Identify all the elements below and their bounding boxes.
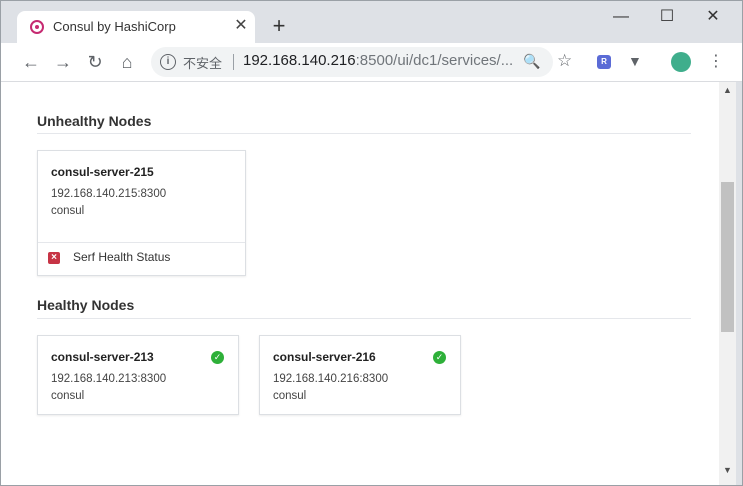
passing-check-icon: ✓ — [211, 351, 224, 364]
page-scrollbar[interactable]: ▲ ▼ — [719, 82, 736, 485]
node-datacenter: consul — [273, 390, 307, 402]
section-divider — [37, 133, 691, 134]
tab-close-icon[interactable]: ✕ — [231, 16, 251, 36]
minimize-button[interactable]: — — [606, 7, 636, 27]
node-name: consul-server-213 — [51, 350, 154, 364]
reload-button[interactable]: ↻ — [83, 51, 107, 73]
scroll-down-icon[interactable]: ▼ — [723, 465, 732, 475]
consul-logo-icon — [30, 20, 44, 34]
node-card-healthy[interactable]: consul-server-213 ✓ 192.168.140.213:8300… — [37, 335, 239, 415]
omnibox-separator — [233, 54, 234, 70]
profile-avatar-icon[interactable] — [671, 52, 691, 72]
node-datacenter: consul — [51, 390, 85, 402]
node-address: 192.168.140.215:8300 — [51, 188, 167, 200]
node-address: 192.168.140.216:8300 — [273, 373, 389, 385]
url-host: 192.168.140.216 — [243, 52, 356, 69]
extension-r-icon[interactable]: R — [597, 55, 611, 69]
healthy-nodes-heading: Healthy Nodes — [37, 297, 135, 313]
passing-check-icon: ✓ — [433, 351, 446, 364]
forward-button[interactable]: → — [51, 51, 75, 73]
address-bar[interactable]: i 不安全 192.168.140.216:8500/ui/dc1/servic… — [151, 47, 553, 77]
info-icon[interactable]: i — [160, 54, 176, 70]
node-card-unhealthy[interactable]: consul-server-215 192.168.140.215:8300 c… — [37, 150, 246, 276]
node-name: consul-server-215 — [51, 165, 154, 179]
section-divider — [37, 318, 691, 319]
scroll-up-icon[interactable]: ▲ — [723, 85, 732, 95]
failing-check: × Serf Health Status — [38, 242, 245, 275]
node-name: consul-server-216 — [273, 350, 376, 364]
node-card-healthy[interactable]: consul-server-216 ✓ 192.168.140.216:8300… — [259, 335, 461, 415]
zoom-icon[interactable]: 🔍 — [523, 53, 540, 70]
url-path: :8500/ui/dc1/services/... — [355, 52, 514, 69]
security-label[interactable]: 不安全 — [183, 53, 222, 72]
unhealthy-nodes-heading: Unhealthy Nodes — [37, 113, 152, 129]
back-button[interactable]: ← — [19, 51, 43, 73]
browser-window: Consul by HashiCorp ✕ + — ☐ ✕ ← → ↻ ⌂ i … — [0, 0, 743, 486]
home-button[interactable]: ⌂ — [115, 51, 139, 73]
menu-dots-icon[interactable]: ⋮ — [708, 51, 724, 71]
bookmark-star-icon[interactable]: ☆ — [557, 51, 572, 71]
page-content: Unhealthy Nodes consul-server-215 192.16… — [1, 82, 719, 485]
check-name: Serf Health Status — [73, 250, 171, 264]
url-text[interactable]: 192.168.140.216:8500/ui/dc1/services/... — [243, 52, 513, 69]
tab-title: Consul by HashiCorp — [53, 19, 176, 34]
maximize-button[interactable]: ☐ — [652, 7, 682, 27]
close-window-button[interactable]: ✕ — [698, 7, 728, 27]
browser-toolbar: ← → ↻ ⌂ i 不安全 192.168.140.216:8500/ui/dc… — [1, 43, 742, 82]
new-tab-button[interactable]: + — [267, 15, 291, 39]
critical-x-icon: × — [48, 252, 60, 264]
node-datacenter: consul — [51, 205, 85, 217]
scrollbar-thumb[interactable] — [721, 182, 734, 332]
node-address: 192.168.140.213:8300 — [51, 373, 167, 385]
extension-v-icon[interactable]: ▼ — [628, 53, 642, 69]
tab-strip: Consul by HashiCorp ✕ + — ☐ ✕ — [1, 1, 742, 43]
tab-consul[interactable]: Consul by HashiCorp ✕ — [17, 11, 255, 43]
